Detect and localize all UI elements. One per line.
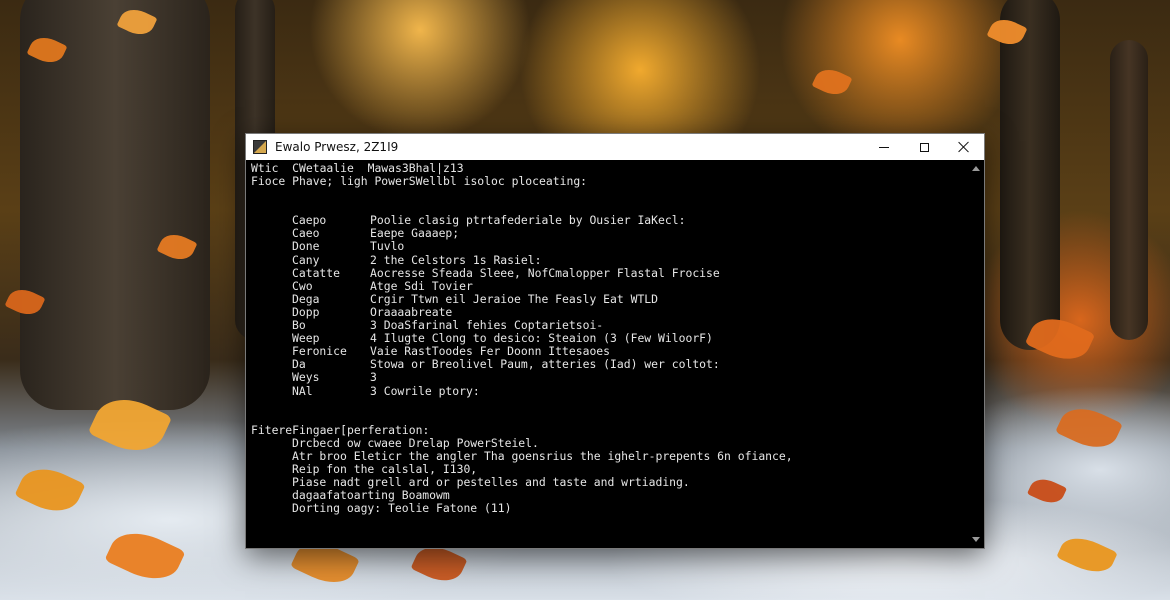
- scroll-up-icon[interactable]: [972, 166, 980, 171]
- close-icon: [958, 141, 970, 153]
- title-bar[interactable]: Ewalo Prwesz, 2Z1I9: [246, 134, 984, 160]
- maple-leaf-decoration: [1026, 473, 1068, 509]
- command-description: Tuvlo: [370, 239, 405, 254]
- command-name: Cany: [292, 252, 320, 267]
- window-controls: [864, 134, 984, 160]
- command-description: Atge Sdi Tovier: [370, 278, 473, 293]
- command-name: Dega: [292, 291, 320, 306]
- command-description: Stowa or Breolivel Paum, atteries (Iad) …: [370, 357, 720, 372]
- scroll-down-icon[interactable]: [972, 537, 980, 542]
- maple-leaf-decoration: [1056, 529, 1118, 581]
- maple-leaf-decoration: [14, 459, 86, 521]
- command-row: Da Stowa or Breolivel Paum, atteries (Iad…: [251, 358, 963, 371]
- command-row: Dopp Oraaaabreate: [251, 304, 963, 319]
- window-title: Ewalo Prwesz, 2Z1I9: [275, 140, 399, 154]
- command-row: NAl 3 Cowrile ptory:: [251, 383, 963, 398]
- maple-leaf-decoration: [104, 522, 186, 590]
- maple-leaf-decoration: [811, 63, 853, 101]
- command-description: Eaepe Gaaaep;: [370, 226, 460, 241]
- console-line: Drcbecd ow cwaee Drelap PowerSteiel.: [292, 435, 539, 450]
- command-description: 3 Cowrile ptory:: [370, 383, 480, 398]
- command-row: Catatte Aocresse Sfeada Sleee, NofCmalopp…: [251, 265, 963, 280]
- maple-leaf-decoration: [1055, 399, 1123, 457]
- command-description: Aocresse Sfeada Sleee, NofCmalopper Flas…: [370, 265, 720, 280]
- command-name: Feronice: [292, 344, 347, 359]
- powershell-app-icon: [253, 140, 267, 154]
- tree-trunk-far-right: [1110, 40, 1148, 340]
- command-description: 2 the Celstors 1s Rasiel:: [370, 252, 542, 267]
- console-window: Ewalo Prwesz, 2Z1I9 Wtic CWetaalie Mawas…: [245, 133, 985, 549]
- minimize-button[interactable]: [864, 134, 904, 160]
- command-row: Done Tuvlo: [251, 240, 963, 253]
- vertical-scrollbar[interactable]: [968, 160, 984, 548]
- command-name: Catatte: [292, 265, 341, 280]
- command-description: Crgir Ttwn eil Jeraioe The Feasly Eat WT…: [370, 291, 659, 306]
- command-name: Done: [292, 239, 320, 254]
- close-button[interactable]: [944, 134, 984, 160]
- console-output[interactable]: Wtic CWetaalie Mawas3Bhal|z13 Fioce Phav…: [251, 162, 963, 542]
- command-name: Weys: [292, 370, 320, 385]
- command-row: Dega Crgir Ttwn eil Jeraioe The Feasly Ea…: [251, 291, 963, 306]
- command-row: Weys 3: [251, 371, 963, 384]
- command-name: Cwo: [292, 278, 313, 293]
- console-line: Dorting oagy: Teolie Fatone (11): [292, 501, 512, 516]
- command-row: Cwo Atge Sdi Tovier: [251, 278, 963, 293]
- console-line: Atr broo Eleticr the angler Tha goensriu…: [292, 448, 793, 463]
- maximize-button[interactable]: [904, 134, 944, 160]
- command-row: Caepo Poolie clasig ptrtafederiale by Ous…: [251, 214, 963, 227]
- minimize-icon: [879, 146, 889, 148]
- maximize-icon: [919, 142, 929, 152]
- tree-trunk-right: [1000, 0, 1060, 350]
- command-row: Cany 2 the Celstors 1s Rasiel:: [251, 252, 963, 267]
- command-name: NAl: [292, 383, 313, 398]
- command-name: Dopp: [292, 304, 320, 319]
- command-description: 3: [370, 370, 377, 385]
- command-row: Caeo Eaepe Gaaaep;: [251, 227, 963, 240]
- console-line: Fioce Phave; ligh PowerSWellbl isoloc pl…: [251, 174, 588, 189]
- console-line: FitereFingaer[perferation:: [251, 422, 430, 437]
